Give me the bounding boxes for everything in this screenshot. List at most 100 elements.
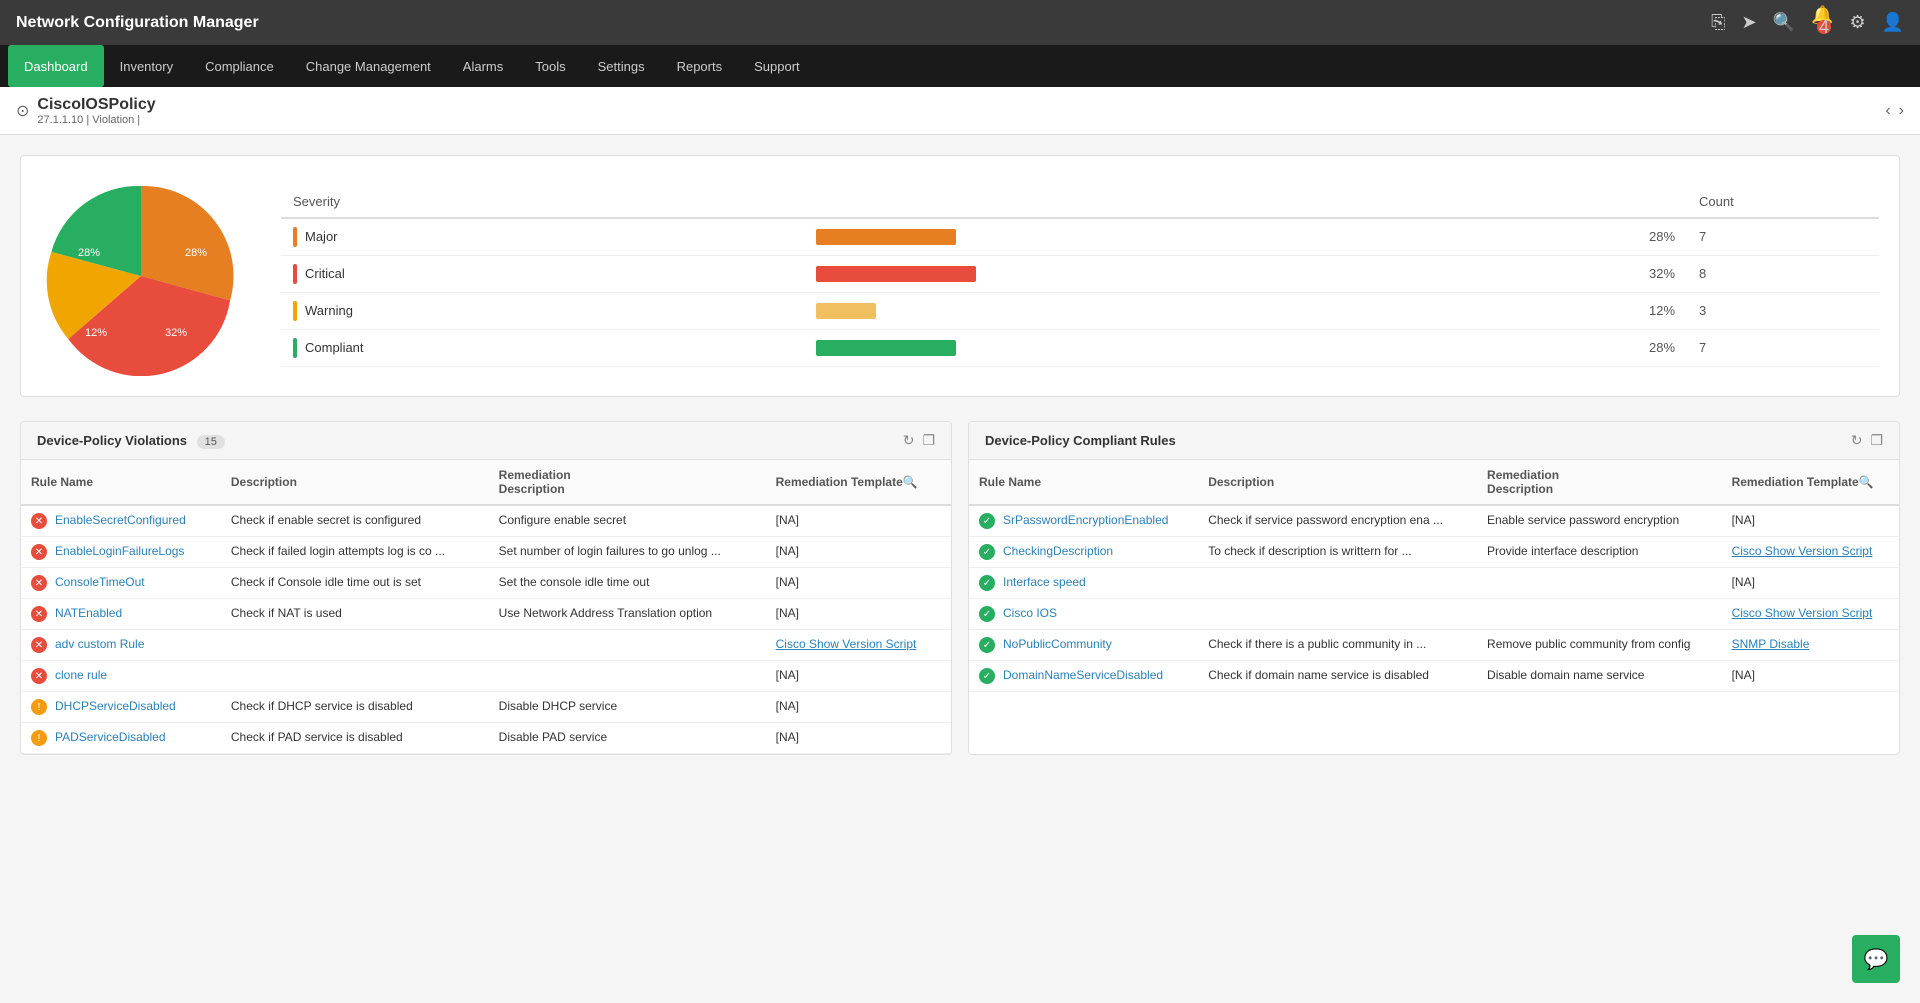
status-icon: ✕ bbox=[31, 637, 47, 653]
nav-compliance[interactable]: Compliance bbox=[189, 45, 290, 87]
rule-link[interactable]: NATEnabled bbox=[55, 606, 122, 620]
template-link[interactable]: Cisco Show Version Script bbox=[1732, 606, 1873, 620]
nav-dashboard[interactable]: Dashboard bbox=[8, 45, 104, 87]
remediation-desc-cell: Configure enable secret bbox=[489, 505, 766, 537]
main-content: 28% 32% 12% 28% Severity Count bbox=[0, 135, 1920, 1003]
nav-tools[interactable]: Tools bbox=[519, 45, 581, 87]
remediation-desc-cell bbox=[489, 630, 766, 661]
rule-link[interactable]: EnableSecretConfigured bbox=[55, 513, 186, 527]
rule-link[interactable]: DHCPServiceDisabled bbox=[55, 699, 176, 713]
col-rule-name: Rule Name bbox=[21, 460, 221, 505]
rule-link[interactable]: adv custom Rule bbox=[55, 637, 144, 651]
gear-icon[interactable]: ⚙ bbox=[1849, 12, 1865, 33]
title-bar-icons: ⎘ ➤ 🔍 🔔 4 ⚙ 👤 bbox=[1711, 5, 1904, 40]
nav-alarms[interactable]: Alarms bbox=[447, 45, 519, 87]
remediation-desc-cell: Use Network Address Translation option bbox=[489, 599, 766, 630]
expand-icon[interactable]: ❐ bbox=[922, 432, 935, 449]
critical-count: 8 bbox=[1687, 255, 1879, 292]
template-value: [NA] bbox=[1732, 575, 1755, 589]
table-row: ✕ EnableSecretConfigured Check if enable… bbox=[21, 505, 951, 537]
nav-bar: Dashboard Inventory Compliance Change Ma… bbox=[0, 45, 1920, 87]
template-value: [NA] bbox=[776, 544, 799, 558]
violations-panel-title: Device-Policy Violations bbox=[37, 433, 187, 448]
chart-section: 28% 32% 12% 28% Severity Count bbox=[20, 155, 1900, 397]
nav-settings[interactable]: Settings bbox=[582, 45, 661, 87]
nav-support[interactable]: Support bbox=[738, 45, 816, 87]
breadcrumb-info: CiscoIOSPolicy 27.1.1.10 | Violation | bbox=[37, 96, 155, 126]
critical-indicator bbox=[293, 264, 297, 284]
major-bar bbox=[816, 229, 956, 245]
severity-warning-label: Warning bbox=[281, 292, 804, 329]
severity-major-label: Major bbox=[281, 218, 804, 256]
remediation-desc-cell: Set number of login failures to go unlog… bbox=[489, 537, 766, 568]
pie-label-warning: 12% bbox=[85, 327, 107, 339]
next-icon[interactable]: › bbox=[1899, 102, 1904, 120]
warning-pct: 12% bbox=[1523, 292, 1687, 329]
severity-col-header: Severity bbox=[281, 186, 804, 218]
refresh-icon[interactable]: ↻ bbox=[903, 432, 915, 449]
prev-icon[interactable]: ‹ bbox=[1885, 102, 1890, 120]
violations-table: Rule Name Description RemediationDescrip… bbox=[21, 460, 951, 754]
rule-link[interactable]: PADServiceDisabled bbox=[55, 730, 166, 744]
template-link[interactable]: SNMP Disable bbox=[1732, 637, 1810, 651]
template-value: [NA] bbox=[1732, 668, 1755, 682]
nav-inventory[interactable]: Inventory bbox=[104, 45, 189, 87]
rule-name-cell: ✕ NATEnabled bbox=[21, 599, 221, 630]
ok-icon: ✓ bbox=[979, 668, 995, 684]
rule-link[interactable]: NoPublicCommunity bbox=[1003, 637, 1112, 651]
breadcrumb-left: ⊙ CiscoIOSPolicy 27.1.1.10 | Violation | bbox=[16, 96, 156, 126]
description-cell: Check if domain name service is disabled bbox=[1198, 661, 1477, 692]
nav-reports[interactable]: Reports bbox=[661, 45, 739, 87]
major-count: 7 bbox=[1687, 218, 1879, 256]
description-cell: Check if DHCP service is disabled bbox=[221, 692, 489, 723]
compliant-panel-actions: ↻ ❐ bbox=[1851, 432, 1883, 449]
violations-panel-header: Device-Policy Violations 15 ↻ ❐ bbox=[21, 422, 951, 460]
rule-link[interactable]: SrPasswordEncryptionEnabled bbox=[1003, 513, 1168, 527]
nav-change-management[interactable]: Change Management bbox=[290, 45, 447, 87]
search-icon[interactable]: 🔍 bbox=[1773, 12, 1795, 33]
refresh-icon-2[interactable]: ↻ bbox=[1851, 432, 1863, 449]
col-remediation-desc-2: RemediationDescription bbox=[1477, 460, 1722, 505]
compliant-indicator bbox=[293, 338, 297, 358]
violations-panel: Device-Policy Violations 15 ↻ ❐ Rule Nam… bbox=[20, 421, 952, 755]
chat-button[interactable]: 💬 bbox=[1852, 935, 1900, 983]
rule-link[interactable]: EnableLoginFailureLogs bbox=[55, 544, 184, 558]
description-cell: Check if there is a public community in … bbox=[1198, 630, 1477, 661]
major-indicator bbox=[293, 227, 297, 247]
remediation-template-cell: Cisco Show Version Script bbox=[1722, 599, 1899, 630]
table-row: ✕ adv custom Rule Cisco Show Version Scr… bbox=[21, 630, 951, 661]
remediation-desc-cell bbox=[1477, 599, 1722, 630]
table-row: ✕ EnableLoginFailureLogs Check if failed… bbox=[21, 537, 951, 568]
remediation-desc-cell bbox=[1477, 568, 1722, 599]
rocket-icon[interactable]: ➤ bbox=[1742, 12, 1757, 33]
breadcrumb-subtitle: 27.1.1.10 | Violation | bbox=[37, 114, 155, 126]
monitor-icon[interactable]: ⎘ bbox=[1711, 12, 1725, 33]
back-icon[interactable]: ⊙ bbox=[16, 101, 29, 121]
warning-bar bbox=[816, 303, 876, 319]
rule-link[interactable]: CheckingDescription bbox=[1003, 544, 1113, 558]
bell-icon[interactable]: 🔔 4 bbox=[1811, 5, 1833, 40]
template-link[interactable]: Cisco Show Version Script bbox=[1732, 544, 1873, 558]
rule-name-cell: ✓ NoPublicCommunity bbox=[969, 630, 1198, 661]
rule-link[interactable]: Cisco IOS bbox=[1003, 606, 1057, 620]
rule-name-cell: ! PADServiceDisabled bbox=[21, 723, 221, 754]
table-row: ✓ Cisco IOS Cisco Show Version Script bbox=[969, 599, 1899, 630]
user-icon[interactable]: 👤 bbox=[1882, 12, 1904, 33]
rule-name-cell: ✕ EnableLoginFailureLogs bbox=[21, 537, 221, 568]
rule-link[interactable]: DomainNameServiceDisabled bbox=[1003, 668, 1163, 682]
rule-link[interactable]: clone rule bbox=[55, 668, 107, 682]
rule-name-cell: ✓ SrPasswordEncryptionEnabled bbox=[969, 505, 1198, 537]
rule-name-cell: ✕ EnableSecretConfigured bbox=[21, 505, 221, 537]
status-icon: ! bbox=[31, 730, 47, 746]
ok-icon: ✓ bbox=[979, 513, 995, 529]
expand-icon-2[interactable]: ❐ bbox=[1870, 432, 1883, 449]
pie-label-compliant: 28% bbox=[78, 247, 100, 259]
rule-link[interactable]: Interface speed bbox=[1003, 575, 1086, 589]
template-link[interactable]: Cisco Show Version Script bbox=[776, 637, 917, 651]
violations-panel-title-group: Device-Policy Violations 15 bbox=[37, 433, 225, 449]
rule-link[interactable]: ConsoleTimeOut bbox=[55, 575, 145, 589]
table-row: ! DHCPServiceDisabled Check if DHCP serv… bbox=[21, 692, 951, 723]
pie-label-major: 28% bbox=[185, 247, 207, 259]
remediation-template-cell: SNMP Disable bbox=[1722, 630, 1899, 661]
rule-name-cell: ✓ Interface speed bbox=[969, 568, 1198, 599]
